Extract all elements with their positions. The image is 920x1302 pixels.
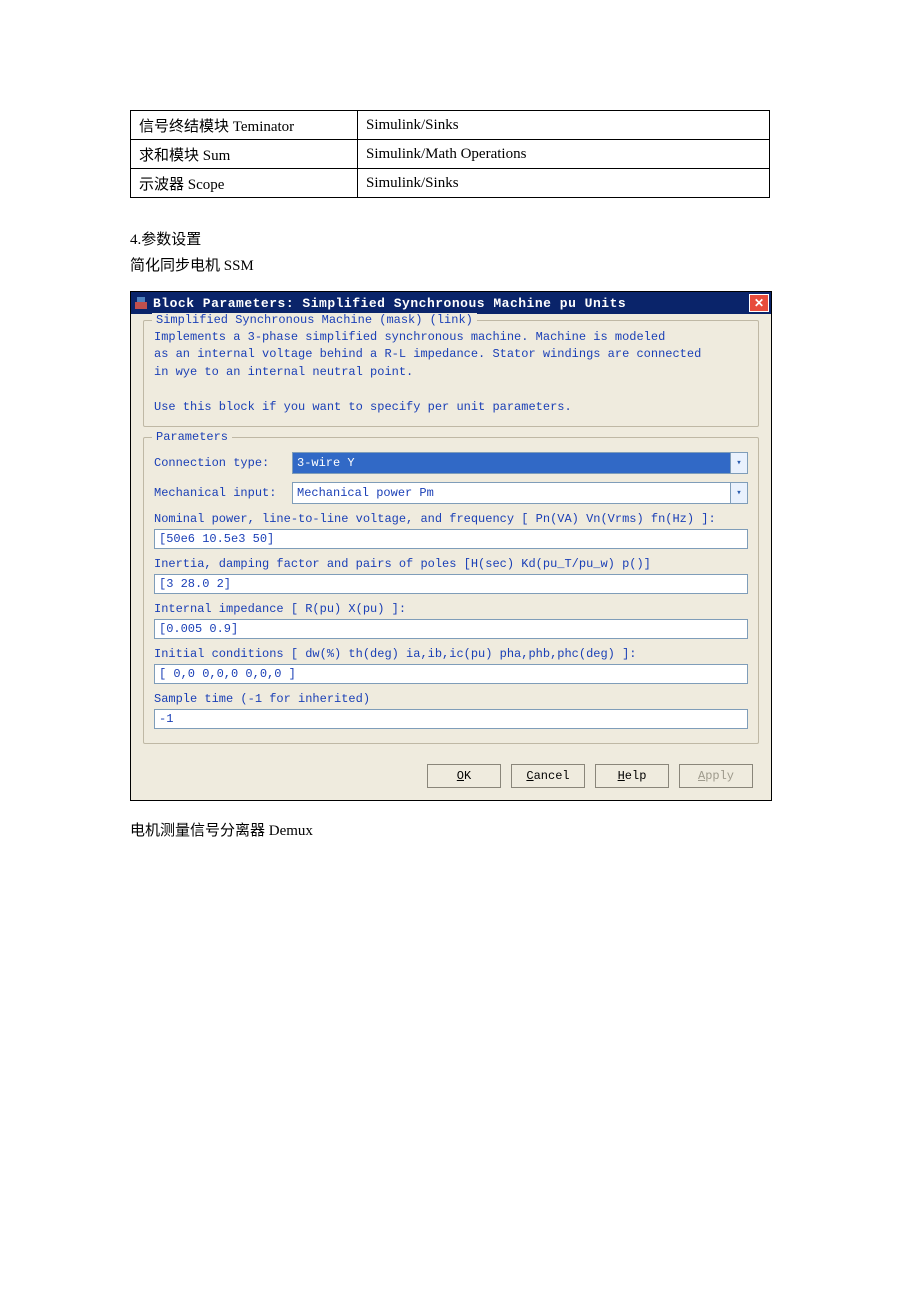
chevron-down-icon: ▾: [730, 453, 747, 473]
mask-description: Implements a 3-phase simplified synchron…: [154, 329, 748, 416]
mechanical-input-label: Mechanical input:: [154, 486, 284, 500]
dialog-title: Block Parameters: Simplified Synchronous…: [153, 296, 749, 311]
impedance-label: Internal impedance [ R(pu) X(pu) ]:: [154, 602, 748, 616]
dialog-titlebar[interactable]: Block Parameters: Simplified Synchronous…: [131, 292, 771, 314]
chevron-down-icon: ▾: [730, 483, 747, 503]
initial-conditions-label: Initial conditions [ dw(%) th(deg) ia,ib…: [154, 647, 748, 661]
cancel-button[interactable]: Cancel: [511, 764, 585, 788]
mechanical-input-select[interactable]: Mechanical power Pm ▾: [292, 482, 748, 504]
section-number: 4.参数设置: [130, 228, 790, 254]
help-button[interactable]: Help: [595, 764, 669, 788]
mask-group-title: Simplified Synchronous Machine (mask) (l…: [152, 313, 477, 327]
cell-path-3: Simulink/Sinks: [358, 169, 770, 198]
parameters-group-title: Parameters: [152, 430, 232, 444]
sample-time-input[interactable]: -1: [154, 709, 748, 729]
nominal-power-input[interactable]: [50e6 10.5e3 50]: [154, 529, 748, 549]
connection-type-value: 3-wire Y: [293, 456, 359, 470]
table-row: 信号终结模块 Teminator Simulink/Sinks: [131, 111, 770, 140]
parameters-group: Parameters Connection type: 3-wire Y ▾ M…: [143, 437, 759, 744]
section-subtitle: 简化同步电机 SSM: [130, 254, 790, 280]
table-row: 求和模块 Sum Simulink/Math Operations: [131, 140, 770, 169]
inertia-input[interactable]: [3 28.0 2]: [154, 574, 748, 594]
initial-conditions-input[interactable]: [ 0,0 0,0,0 0,0,0 ]: [154, 664, 748, 684]
apply-button[interactable]: Apply: [679, 764, 753, 788]
nominal-power-label: Nominal power, line-to-line voltage, and…: [154, 512, 748, 526]
cell-module-1: 信号终结模块 Teminator: [131, 111, 358, 140]
connection-type-label: Connection type:: [154, 456, 284, 470]
inertia-label: Inertia, damping factor and pairs of pol…: [154, 557, 748, 571]
cell-path-1: Simulink/Sinks: [358, 111, 770, 140]
app-icon: [133, 295, 149, 311]
mechanical-input-value: Mechanical power Pm: [293, 486, 438, 500]
footer-text: 电机测量信号分离器 Demux: [130, 819, 790, 840]
sample-time-label: Sample time (-1 for inherited): [154, 692, 748, 706]
table-row: 示波器 Scope Simulink/Sinks: [131, 169, 770, 198]
cell-module-2: 求和模块 Sum: [131, 140, 358, 169]
close-button[interactable]: ✕: [749, 294, 769, 312]
mask-description-group: Simplified Synchronous Machine (mask) (l…: [143, 320, 759, 427]
close-icon: ✕: [754, 296, 764, 310]
dialog-button-row: OK Cancel Help Apply: [143, 754, 759, 788]
ok-button[interactable]: OK: [427, 764, 501, 788]
impedance-input[interactable]: [0.005 0.9]: [154, 619, 748, 639]
cell-path-2: Simulink/Math Operations: [358, 140, 770, 169]
block-parameters-dialog: Block Parameters: Simplified Synchronous…: [130, 291, 772, 801]
cell-module-3: 示波器 Scope: [131, 169, 358, 198]
module-location-table: 信号终结模块 Teminator Simulink/Sinks 求和模块 Sum…: [130, 110, 770, 198]
connection-type-select[interactable]: 3-wire Y ▾: [292, 452, 748, 474]
